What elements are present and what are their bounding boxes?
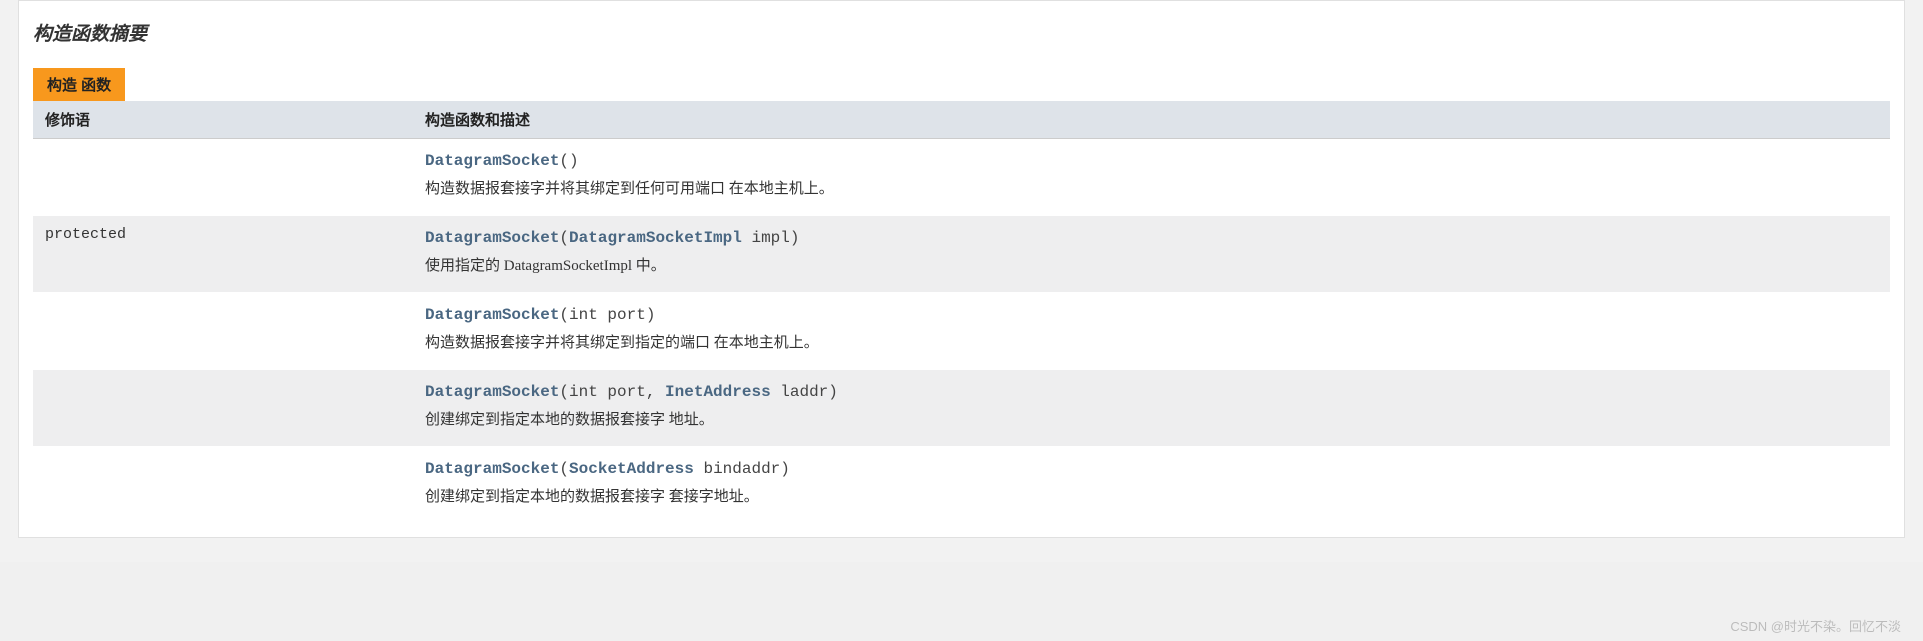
- type-link[interactable]: DatagramSocket: [425, 152, 559, 170]
- type-link[interactable]: DatagramSocket: [425, 383, 559, 401]
- table-row: protected DatagramSocket(DatagramSocketI…: [33, 216, 1890, 293]
- constructor-signature: DatagramSocket(int port): [425, 303, 1878, 327]
- sig-text: (int port): [559, 306, 655, 324]
- type-link[interactable]: DatagramSocket: [425, 306, 559, 324]
- constructor-signature: DatagramSocket(SocketAddress bindaddr): [425, 457, 1878, 481]
- constructor-table: 修饰语 构造函数和描述 DatagramSocket()构造数据报套接字并将其绑…: [33, 101, 1890, 523]
- constructor-signature: DatagramSocket(DatagramSocketImpl impl): [425, 226, 1878, 250]
- sig-text: (: [559, 460, 569, 478]
- modifier-cell: [33, 370, 413, 447]
- constructor-description: 使用指定的 DatagramSocketImpl 中。: [425, 254, 1878, 278]
- type-link[interactable]: DatagramSocket: [425, 460, 559, 478]
- table-row: DatagramSocket() 构造数据报套接字并将其绑定到任何可用端口 在本地…: [33, 139, 1890, 216]
- type-link[interactable]: SocketAddress: [569, 460, 694, 478]
- constructor-description: 创建绑定到指定本地的数据报套接字 地址。: [425, 408, 1878, 432]
- constructor-signature: DatagramSocket(): [425, 149, 1878, 173]
- constructor-description: 构造数据报套接字并将其绑定到指定的端口 在本地主机上。: [425, 331, 1878, 355]
- modifier-cell: [33, 447, 413, 524]
- type-link[interactable]: DatagramSocket: [425, 229, 559, 247]
- col-header-desc: 构造函数和描述: [413, 101, 1890, 139]
- watermark: CSDN @时光不染。回忆不淡: [1730, 616, 1901, 635]
- table-row: DatagramSocket(SocketAddress bindaddr) 创建…: [33, 447, 1890, 524]
- signature-cell: DatagramSocket(SocketAddress bindaddr) 创建…: [413, 447, 1890, 524]
- signature-cell: DatagramSocket() 构造数据报套接字并将其绑定到任何可用端口 在本地…: [413, 139, 1890, 216]
- constructor-description: 构造数据报套接字并将其绑定到任何可用端口 在本地主机上。: [425, 177, 1878, 201]
- table-row: DatagramSocket(int port) 构造数据报套接字并将其绑定到指定…: [33, 293, 1890, 370]
- signature-cell: DatagramSocket(DatagramSocketImpl impl) 使…: [413, 216, 1890, 293]
- constructor-description: 创建绑定到指定本地的数据报套接字 套接字地址。: [425, 485, 1878, 509]
- type-link[interactable]: DatagramSocketImpl: [569, 229, 742, 247]
- signature-cell: DatagramSocket(int port) 构造数据报套接字并将其绑定到指定…: [413, 293, 1890, 370]
- sig-text: (int port,: [559, 383, 665, 401]
- modifier-cell: [33, 139, 413, 216]
- modifier-cell: [33, 293, 413, 370]
- sig-text: (): [559, 152, 578, 170]
- col-header-modifier: 修饰语: [33, 101, 413, 139]
- signature-cell: DatagramSocket(int port, InetAddress lad…: [413, 370, 1890, 447]
- table-row: DatagramSocket(int port, InetAddress lad…: [33, 370, 1890, 447]
- sig-text: laddr): [771, 383, 838, 401]
- modifier-cell: protected: [33, 216, 413, 293]
- type-link[interactable]: InetAddress: [665, 383, 771, 401]
- constructor-signature: DatagramSocket(int port, InetAddress lad…: [425, 380, 1878, 404]
- sig-text: bindaddr): [694, 460, 790, 478]
- section-title: 构造函数摘要: [33, 19, 1904, 46]
- sig-text: impl): [742, 229, 800, 247]
- tab-constructors[interactable]: 构造 函数: [33, 68, 125, 101]
- sig-text: (: [559, 229, 569, 247]
- constructor-summary-panel: 构造函数摘要 构造 函数 修饰语 构造函数和描述 DatagramSocket(…: [18, 0, 1905, 538]
